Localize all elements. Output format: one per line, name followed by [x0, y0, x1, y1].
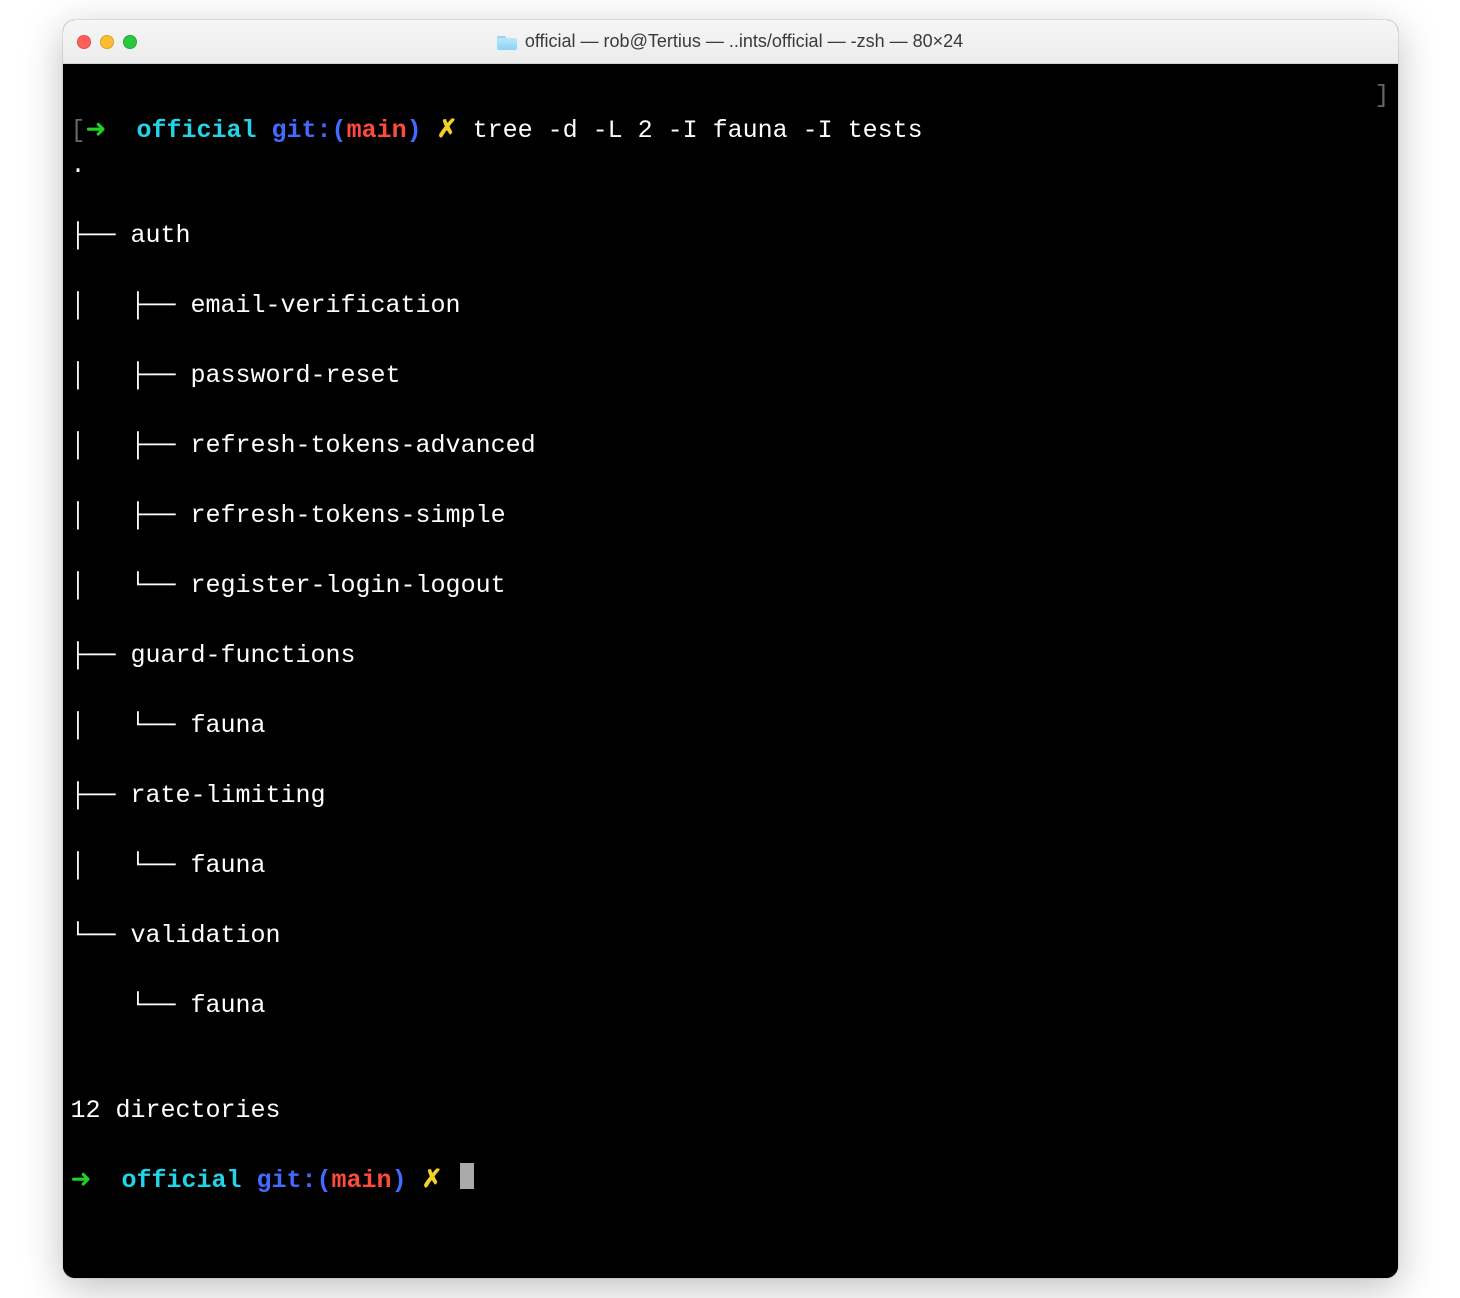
git-branch-2: main [332, 1166, 392, 1195]
output-line: │ ├── refresh-tokens-simple [71, 498, 1390, 533]
dirty-mark: ✗ [437, 116, 458, 145]
output-line: └── validation [71, 918, 1390, 953]
lparen: ( [332, 116, 347, 145]
output-line: ├── guard-functions [71, 638, 1390, 673]
output-line: │ ├── email-verification [71, 288, 1390, 323]
traffic-lights [77, 35, 137, 49]
output-line: 12 directories [71, 1093, 1390, 1128]
output-line: │ ├── refresh-tokens-advanced [71, 428, 1390, 463]
prompt-arrow-2: ➜ [71, 1166, 92, 1195]
window-title: official — rob@Tertius — ..ints/official… [525, 31, 963, 52]
titlebar: official — rob@Tertius — ..ints/official… [63, 20, 1398, 64]
output-line: │ └── register-login-logout [71, 568, 1390, 603]
lparen-2: ( [317, 1166, 332, 1195]
output-line: │ └── fauna [71, 848, 1390, 883]
prompt-dir-2: official [121, 1166, 241, 1195]
command-text: tree -d -L 2 -I fauna -I tests [473, 116, 923, 145]
git-branch: main [347, 116, 407, 145]
terminal-content[interactable]: []➜ official git:(main) ✗ tree -d -L 2 -… [63, 64, 1398, 1278]
close-button[interactable] [77, 35, 91, 49]
folder-icon [497, 34, 517, 50]
maximize-button[interactable] [123, 35, 137, 49]
rparen-2: ) [392, 1166, 407, 1195]
output-line: │ ├── password-reset [71, 358, 1390, 393]
output-line: └── fauna [71, 988, 1390, 1023]
output-line: ├── auth [71, 218, 1390, 253]
output-line: │ └── fauna [71, 708, 1390, 743]
output-line: ├── rate-limiting [71, 778, 1390, 813]
rparen: ) [407, 116, 422, 145]
cursor [460, 1163, 474, 1189]
git-prefix-2: git: [257, 1166, 317, 1195]
minimize-button[interactable] [100, 35, 114, 49]
output-line: . [71, 148, 1390, 183]
git-prefix: git: [272, 116, 332, 145]
dirty-mark-2: ✗ [422, 1166, 443, 1195]
prompt-arrow: ➜ [86, 116, 107, 145]
prompt-dir: official [136, 116, 256, 145]
window-title-wrap: official — rob@Tertius — ..ints/official… [63, 31, 1398, 52]
terminal-window: official — rob@Tertius — ..ints/official… [63, 20, 1398, 1278]
